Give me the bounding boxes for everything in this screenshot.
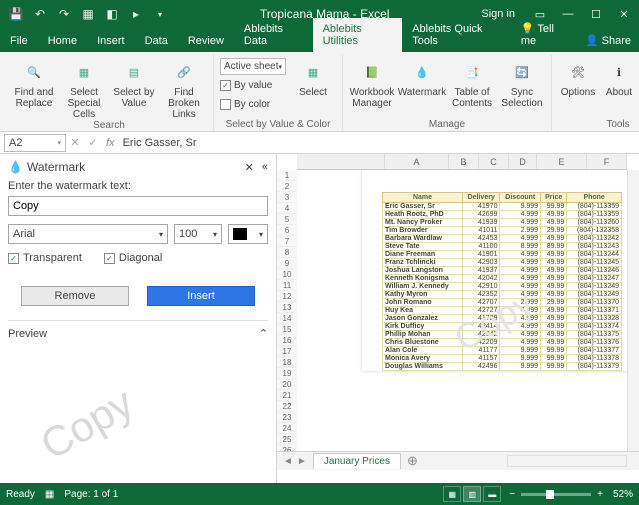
by-color-check[interactable] xyxy=(220,99,231,110)
transparent-check[interactable]: ✓Transparent xyxy=(8,252,82,264)
zoom-out-icon[interactable]: − xyxy=(509,489,515,500)
tab-ablebits-utilities[interactable]: Ablebits Utilities xyxy=(313,18,403,52)
about-button[interactable]: ℹAbout xyxy=(602,57,636,98)
status-ready: Ready xyxy=(6,489,35,500)
formula-input[interactable]: Eric Gasser, Sr xyxy=(119,137,639,149)
maximize-icon[interactable]: ☐ xyxy=(589,7,603,21)
sheet-tab[interactable]: January Prices xyxy=(313,453,401,469)
name-box[interactable]: A2▾ xyxy=(4,134,66,152)
watermark-panel-icon: 💧 xyxy=(8,160,23,174)
preview-toggle[interactable]: Preview⌃ xyxy=(8,320,268,340)
color-select[interactable]: ▾ xyxy=(228,224,268,244)
find-replace-button[interactable]: 🔍Find and Replace xyxy=(11,57,57,109)
panel-close-icon[interactable]: ✕ xyxy=(245,161,254,174)
tab-insert[interactable]: Insert xyxy=(87,30,135,52)
enter-text-label: Enter the watermark text: xyxy=(8,180,268,192)
select-button[interactable]: ▦Select xyxy=(290,57,336,98)
fx-icon[interactable]: fx xyxy=(102,137,119,149)
tab-tellme[interactable]: 💡 Tell me xyxy=(511,17,577,52)
watermark-text-input[interactable] xyxy=(8,196,268,216)
font-select[interactable]: Arial▾ xyxy=(8,224,168,244)
select-special-button[interactable]: ▦Select Special Cells xyxy=(61,57,107,120)
add-sheet-icon[interactable]: ⊕ xyxy=(401,453,424,469)
view-pagelayout-icon[interactable]: ▥ xyxy=(463,486,481,502)
chevron-up-icon: ⌃ xyxy=(259,327,268,340)
vscrollbar[interactable] xyxy=(627,170,639,451)
qat-icon[interactable]: ▦ xyxy=(80,6,96,22)
tab-ablebits-data[interactable]: Ablebits Data xyxy=(234,18,313,52)
status-icon: ▦ xyxy=(45,489,54,500)
options-button[interactable]: 🛠Options xyxy=(558,57,598,98)
col-headers: ABCDEF xyxy=(297,154,627,170)
remove-button[interactable]: Remove xyxy=(21,286,129,306)
save-icon[interactable]: 💾 xyxy=(8,6,24,22)
qat-icon3[interactable]: ▸ xyxy=(128,6,144,22)
tab-nav-next[interactable]: ► xyxy=(297,456,307,467)
view-pagebreak-icon[interactable]: ▬ xyxy=(483,486,501,502)
close-icon[interactable]: ✕ xyxy=(617,7,631,21)
tab-nav-prev[interactable]: ◄ xyxy=(283,456,293,467)
insert-button[interactable]: Insert xyxy=(147,286,255,306)
zoom-in-icon[interactable]: + xyxy=(597,489,603,500)
tab-ablebits-quick[interactable]: Ablebits Quick Tools xyxy=(402,18,511,52)
panel-collapse-icon[interactable]: « xyxy=(262,161,268,174)
select-value-button[interactable]: ▤Select by Value xyxy=(111,57,157,109)
toc-button[interactable]: 📑Table of Contents xyxy=(449,57,495,109)
size-select[interactable]: 100▾ xyxy=(174,224,222,244)
preview-watermark: Copy xyxy=(33,379,142,470)
by-value-check[interactable]: ✓ xyxy=(220,80,231,91)
data-table: NameDeliveryDiscountPricePhoneEric Gasse… xyxy=(382,192,622,371)
redo-icon[interactable]: ↷ xyxy=(56,6,72,22)
tab-review[interactable]: Review xyxy=(178,30,234,52)
watermark-button[interactable]: 💧Watermark xyxy=(399,57,445,98)
row-headers: 1234567891011121314151617181920212223242… xyxy=(277,170,297,456)
undo-icon[interactable]: ↶ xyxy=(32,6,48,22)
view-normal-icon[interactable]: ▦ xyxy=(443,486,461,502)
enter-formula-icon[interactable]: ✓ xyxy=(84,136,102,149)
scope-select[interactable]: Active sheet▾ xyxy=(220,58,286,75)
group-svc-label: Select by Value & Color xyxy=(226,119,331,131)
find-links-button[interactable]: 🔗Find Broken Links xyxy=(161,57,207,120)
group-tools-label: Tools xyxy=(606,119,629,131)
page-preview: Copy NameDeliveryDiscountPricePhoneEric … xyxy=(362,170,627,371)
cancel-formula-icon[interactable]: ✕ xyxy=(66,136,84,149)
diagonal-check[interactable]: ✓Diagonal xyxy=(104,252,162,264)
hscrollbar[interactable] xyxy=(507,451,627,470)
group-search-label: Search xyxy=(93,120,125,132)
workbook-mgr-button[interactable]: 📗Workbook Manager xyxy=(349,57,395,109)
tab-data[interactable]: Data xyxy=(135,30,178,52)
tab-file[interactable]: File xyxy=(0,30,38,52)
zoom-level: 52% xyxy=(613,489,633,500)
qat-icon2[interactable]: ◧ xyxy=(104,6,120,22)
group-manage-label: Manage xyxy=(429,119,465,131)
panel-title: Watermark xyxy=(27,160,85,174)
sync-button[interactable]: 🔄Sync Selection xyxy=(499,57,545,109)
status-page: Page: 1 of 1 xyxy=(64,489,118,500)
tab-home[interactable]: Home xyxy=(38,30,87,52)
share-button[interactable]: 👤 Share xyxy=(577,29,639,52)
qat-more-icon[interactable]: ▾ xyxy=(152,6,168,22)
zoom-slider[interactable] xyxy=(521,493,591,496)
